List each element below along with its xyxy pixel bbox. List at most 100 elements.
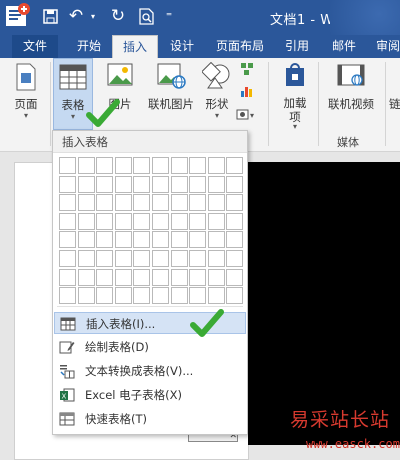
table-grid-cell[interactable] <box>226 212 244 230</box>
table-grid-cell[interactable] <box>59 231 76 249</box>
table-grid-cell[interactable] <box>207 249 225 267</box>
table-grid-cell[interactable] <box>170 157 188 174</box>
table-grid-cell[interactable] <box>151 194 169 212</box>
table-grid-cell[interactable] <box>77 268 95 286</box>
online-video-button[interactable]: 联机视频 <box>322 58 380 136</box>
table-grid-cell[interactable] <box>77 287 95 305</box>
table-grid-cell[interactable] <box>207 212 225 230</box>
table-grid-cell[interactable] <box>114 175 132 193</box>
excel-spreadsheet-menu-item[interactable]: X Excel 电子表格(X) <box>54 384 246 406</box>
table-grid-cell[interactable] <box>226 249 244 267</box>
table-grid-cell[interactable] <box>207 231 225 249</box>
table-grid-cell[interactable] <box>189 212 207 230</box>
screenshot-icon[interactable]: ▾ <box>236 108 258 123</box>
table-grid-cell[interactable] <box>59 194 76 212</box>
table-grid-cell[interactable] <box>207 175 225 193</box>
tab-insert[interactable]: 插入 <box>112 35 158 59</box>
table-grid-cell[interactable] <box>77 194 95 212</box>
table-grid-cell[interactable] <box>226 231 244 249</box>
table-grid-cell[interactable] <box>114 212 132 230</box>
table-grid-cell[interactable] <box>189 157 207 174</box>
table-grid-cell[interactable] <box>226 287 244 305</box>
word-app-icon[interactable] <box>3 3 33 28</box>
tab-references[interactable]: 引用 <box>277 35 317 58</box>
online-pictures-button[interactable]: 联机图片 <box>142 58 200 136</box>
table-grid-cell[interactable] <box>207 287 225 305</box>
table-grid-cell[interactable] <box>77 157 95 174</box>
table-grid-cell[interactable] <box>170 212 188 230</box>
smartart-icon[interactable] <box>240 62 254 79</box>
tab-file[interactable]: 文件 <box>12 35 58 58</box>
tab-page-layout[interactable]: 页面布局 <box>208 35 272 58</box>
table-grid-cell[interactable] <box>133 249 151 267</box>
table-grid-cell[interactable] <box>151 231 169 249</box>
table-grid-cell[interactable] <box>59 268 76 286</box>
table-grid-cell[interactable] <box>133 194 151 212</box>
table-grid-cell[interactable] <box>114 231 132 249</box>
table-grid-cell[interactable] <box>96 212 114 230</box>
table-grid-cell[interactable] <box>133 231 151 249</box>
tab-review[interactable]: 审阅 <box>368 35 400 58</box>
table-grid-cell[interactable] <box>151 212 169 230</box>
table-grid-cell[interactable] <box>226 268 244 286</box>
table-grid-cell[interactable] <box>189 231 207 249</box>
table-grid-cell[interactable] <box>133 287 151 305</box>
table-grid-cell[interactable] <box>59 175 76 193</box>
table-grid-cell[interactable] <box>170 175 188 193</box>
table-grid-cell[interactable] <box>96 175 114 193</box>
table-grid-cell[interactable] <box>151 287 169 305</box>
chart-icon[interactable] <box>240 84 254 101</box>
table-grid-cell[interactable] <box>170 194 188 212</box>
table-grid-cell[interactable] <box>77 249 95 267</box>
tab-home[interactable]: 开始 <box>66 35 112 58</box>
addins-button[interactable]: 加载 项 ▾ <box>278 58 312 136</box>
table-grid-cell[interactable] <box>170 231 188 249</box>
table-grid-cell[interactable] <box>151 175 169 193</box>
shapes-button[interactable]: 形状 ▾ <box>200 58 234 136</box>
table-grid-cell[interactable] <box>96 194 114 212</box>
table-grid-cell[interactable] <box>151 268 169 286</box>
table-grid-cell[interactable] <box>96 268 114 286</box>
links-button-partial[interactable]: 链 <box>389 96 400 112</box>
table-grid-cell[interactable] <box>133 175 151 193</box>
table-grid-cell[interactable] <box>96 249 114 267</box>
undo-icon[interactable]: ↶ <box>65 4 87 28</box>
table-grid-cell[interactable] <box>59 249 76 267</box>
redo-icon[interactable]: ↻ <box>108 4 128 28</box>
table-grid-cell[interactable] <box>189 249 207 267</box>
table-grid-cell[interactable] <box>59 287 76 305</box>
table-grid-cell[interactable] <box>77 212 95 230</box>
table-grid-cell[interactable] <box>114 157 132 174</box>
convert-text-menu-item[interactable]: 文本转换成表格(V)... <box>54 360 246 382</box>
table-grid-cell[interactable] <box>189 268 207 286</box>
table-grid-cell[interactable] <box>207 268 225 286</box>
table-grid-cell[interactable] <box>77 175 95 193</box>
table-grid-cell[interactable] <box>96 157 114 174</box>
table-grid-cell[interactable] <box>59 157 76 174</box>
tab-design[interactable]: 设计 <box>160 35 204 58</box>
table-grid-cell[interactable] <box>226 175 244 193</box>
table-grid-cell[interactable] <box>189 194 207 212</box>
table-grid-cell[interactable] <box>77 231 95 249</box>
table-grid-cell[interactable] <box>133 157 151 174</box>
table-grid-cell[interactable] <box>170 268 188 286</box>
table-grid-cell[interactable] <box>114 268 132 286</box>
table-grid-cell[interactable] <box>151 249 169 267</box>
print-preview-icon[interactable] <box>136 4 156 28</box>
table-grid-cell[interactable] <box>59 212 76 230</box>
table-grid-cell[interactable] <box>189 175 207 193</box>
table-grid-cell[interactable] <box>114 287 132 305</box>
table-grid-cell[interactable] <box>96 287 114 305</box>
table-grid-cell[interactable] <box>207 157 225 174</box>
customize-qat-icon[interactable]: ⁼ <box>162 4 176 28</box>
quick-tables-menu-item[interactable]: 快速表格(T) <box>54 408 246 430</box>
tab-mailings[interactable]: 邮件 <box>324 35 364 58</box>
table-grid-cell[interactable] <box>226 157 244 174</box>
save-icon[interactable] <box>40 4 60 28</box>
table-grid-cell[interactable] <box>133 212 151 230</box>
table-grid-cell[interactable] <box>226 194 244 212</box>
table-grid-cell[interactable] <box>207 194 225 212</box>
table-grid-cell[interactable] <box>114 194 132 212</box>
undo-dropdown-icon[interactable]: ▾ <box>86 4 100 28</box>
table-size-grid[interactable] <box>59 157 244 305</box>
